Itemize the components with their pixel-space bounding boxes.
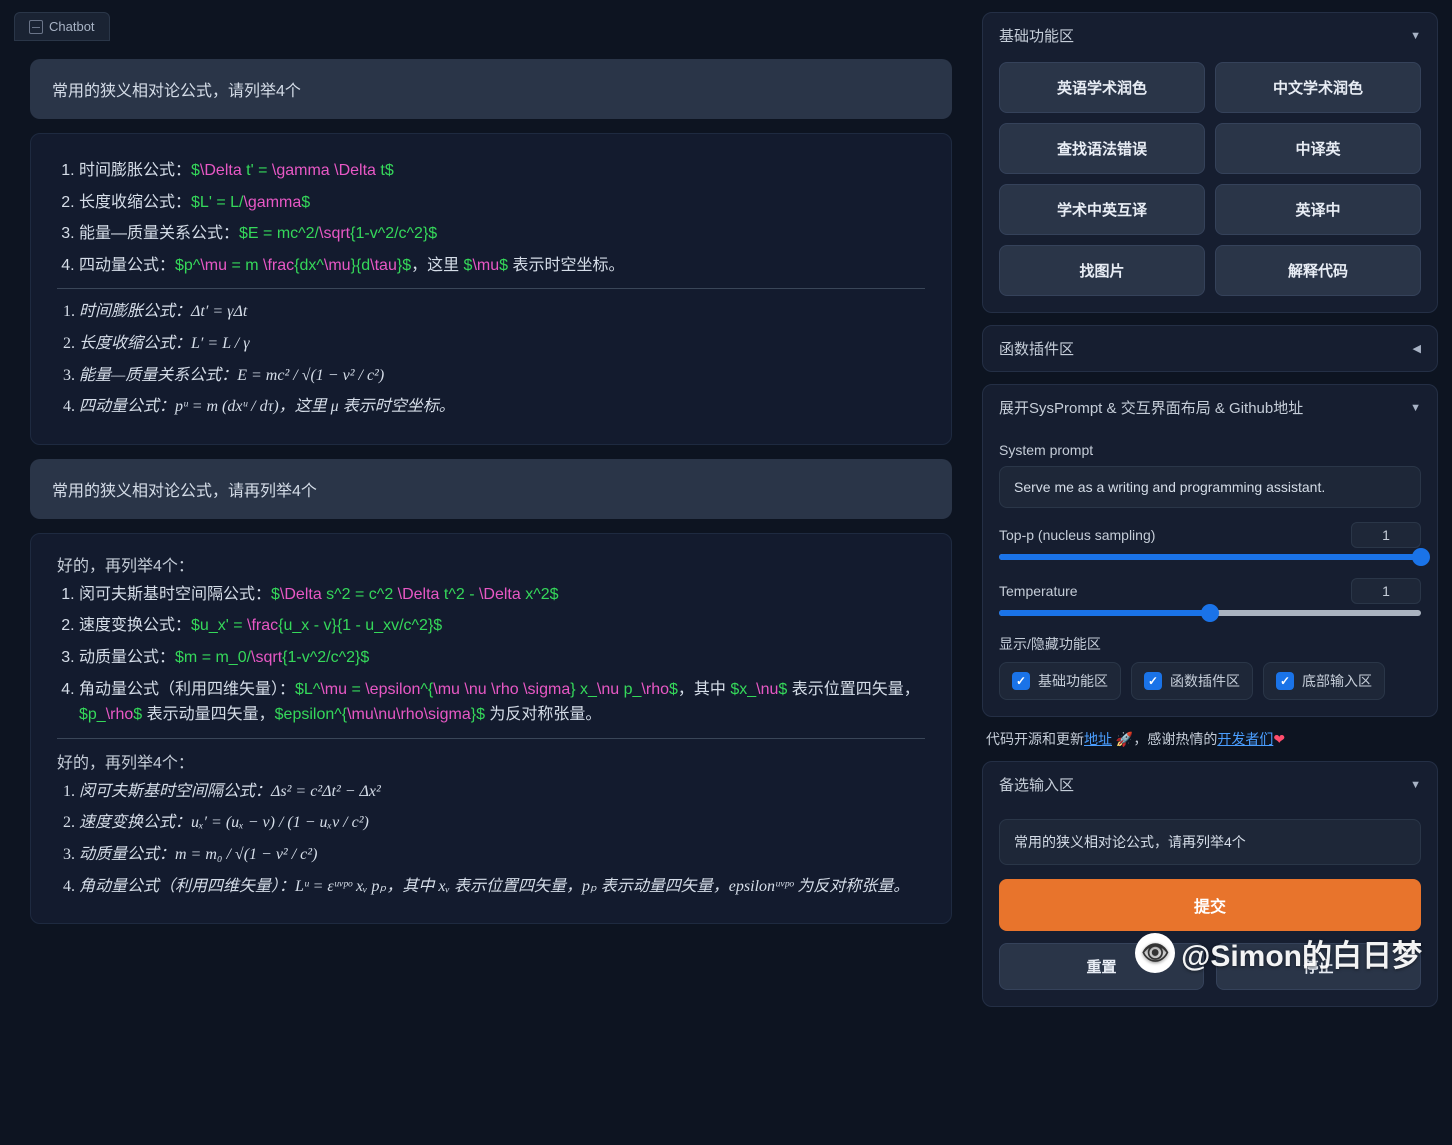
panel-title: 备选输入区	[999, 774, 1074, 795]
checkbox-chip[interactable]: ✓函数插件区	[1131, 662, 1253, 700]
panel-title: 函数插件区	[999, 338, 1074, 359]
formula-rendered: 动质量公式：m = m₀ / √(1 − v² / c²)	[79, 842, 925, 868]
devs-link[interactable]: 开发者们	[1217, 731, 1273, 747]
formula-rendered: 四动量公式：pᵘ = m (dxᵘ / dτ)，这里 μ 表示时空坐标。	[79, 394, 925, 420]
checkbox-icon: ✓	[1012, 672, 1030, 690]
checkbox-chip[interactable]: ✓底部输入区	[1263, 662, 1385, 700]
formula-rendered: 速度变换公式：uₓ′ = (uₓ − v) / (1 − uₓv / c²)	[79, 810, 925, 836]
footer-note: 代码开源和更新地址 🚀，感谢热情的开发者们❤	[982, 729, 1438, 749]
chat-icon	[29, 20, 43, 34]
panel-header[interactable]: 基础功能区 ▼	[983, 13, 1437, 58]
formula-raw: 动质量公式：$m = m_0/\sqrt{1-v^2/c^2}$	[79, 645, 925, 671]
reset-button[interactable]: 重置	[999, 943, 1204, 990]
toggle-label: 显示/隐藏功能区	[999, 634, 1421, 654]
plugins-panel: 函数插件区 ◀	[982, 325, 1438, 372]
system-prompt-input[interactable]: Serve me as a writing and programming as…	[999, 466, 1421, 508]
bot-intro: 好的，再列举4个：	[57, 749, 925, 773]
formula-raw: 四动量公式：$p^\mu = m \frac{dx^\mu}{d\tau}$，这…	[79, 253, 925, 279]
topp-slider[interactable]	[999, 554, 1421, 560]
panel-header[interactable]: 备选输入区 ▼	[983, 762, 1437, 807]
temperature-label: Temperature	[999, 583, 1078, 599]
panel-title: 基础功能区	[999, 25, 1074, 46]
chevron-left-icon: ◀	[1413, 342, 1421, 355]
topp-label: Top-p (nucleus sampling)	[999, 527, 1155, 543]
function-button[interactable]: 解释代码	[1215, 245, 1421, 296]
formula-raw: 长度收缩公式：$L' = L/\gamma$	[79, 190, 925, 216]
bot-intro: 好的，再列举4个：	[57, 552, 925, 576]
function-button[interactable]: 找图片	[999, 245, 1205, 296]
bot-message: 好的，再列举4个： 闵可夫斯基时空间隔公式：$\Delta s^2 = c^2 …	[30, 533, 952, 924]
advanced-panel: 展开SysPrompt & 交互界面布局 & Github地址 ▼ System…	[982, 384, 1438, 717]
formula-rendered: 时间膨胀公式：Δt′ = γΔt	[79, 299, 925, 325]
function-button[interactable]: 英译中	[1215, 184, 1421, 235]
checkbox-icon: ✓	[1144, 672, 1162, 690]
panel-header[interactable]: 函数插件区 ◀	[983, 326, 1437, 371]
formula-rendered: 能量—质量关系公式：E = mc² / √(1 − v² / c²)	[79, 363, 925, 389]
chevron-down-icon: ▼	[1410, 30, 1421, 42]
source-link[interactable]: 地址	[1084, 731, 1112, 747]
function-button[interactable]: 中文学术润色	[1215, 62, 1421, 113]
input-panel: 备选输入区 ▼ 常用的狭义相对论公式，请再列举4个 提交 重置 停止	[982, 761, 1438, 1007]
formula-raw: 能量—质量关系公式：$E = mc^2/\sqrt{1-v^2/c^2}$	[79, 221, 925, 247]
formula-rendered: 闵可夫斯基时空间隔公式：Δs² = c²Δt² − Δx²	[79, 779, 925, 805]
prompt-input[interactable]: 常用的狭义相对论公式，请再列举4个	[999, 819, 1421, 865]
checkbox-chip[interactable]: ✓基础功能区	[999, 662, 1121, 700]
chevron-down-icon: ▼	[1410, 779, 1421, 791]
chat-scroll[interactable]: 常用的狭义相对论公式，请列举4个 时间膨胀公式：$\Delta t' = \ga…	[14, 41, 968, 1133]
heart-icon: ❤	[1273, 731, 1285, 747]
system-prompt-label: System prompt	[999, 442, 1421, 458]
bot-message: 时间膨胀公式：$\Delta t' = \gamma \Delta t$ 长度收缩…	[30, 133, 952, 445]
stop-button[interactable]: 停止	[1216, 943, 1421, 990]
checkbox-icon: ✓	[1276, 672, 1294, 690]
chat-panel: Chatbot 常用的狭义相对论公式，请列举4个 时间膨胀公式：$\Delta …	[0, 0, 982, 1145]
topp-value[interactable]: 1	[1351, 522, 1421, 548]
temperature-slider[interactable]	[999, 610, 1421, 616]
separator	[57, 288, 925, 289]
function-button[interactable]: 查找语法错误	[999, 123, 1205, 174]
formula-rendered: 长度收缩公式：L′ = L / γ	[79, 331, 925, 357]
tab-label: Chatbot	[49, 19, 95, 34]
formula-raw: 角动量公式（利用四维矢量）：$L^\mu = \epsilon^{\mu \nu…	[79, 677, 925, 728]
sidebar: 基础功能区 ▼ 英语学术润色中文学术润色查找语法错误中译英学术中英互译英译中找图…	[982, 0, 1452, 1145]
panel-title: 展开SysPrompt & 交互界面布局 & Github地址	[999, 397, 1303, 418]
function-button[interactable]: 英语学术润色	[999, 62, 1205, 113]
basic-functions-panel: 基础功能区 ▼ 英语学术润色中文学术润色查找语法错误中译英学术中英互译英译中找图…	[982, 12, 1438, 313]
user-message: 常用的狭义相对论公式，请再列举4个	[30, 459, 952, 519]
formula-raw: 时间膨胀公式：$\Delta t' = \gamma \Delta t$	[79, 158, 925, 184]
separator	[57, 738, 925, 739]
formula-raw: 速度变换公式：$u_x' = \frac{u_x - v}{1 - u_xv/c…	[79, 613, 925, 639]
chevron-down-icon: ▼	[1410, 402, 1421, 414]
panel-header[interactable]: 展开SysPrompt & 交互界面布局 & Github地址 ▼	[983, 385, 1437, 430]
function-button[interactable]: 中译英	[1215, 123, 1421, 174]
formula-rendered: 角动量公式（利用四维矢量）：Lᵘ = εᵘᵛᵖᵒ xᵥ pₚ，其中 xᵥ 表示位…	[79, 874, 925, 900]
formula-raw: 闵可夫斯基时空间隔公式：$\Delta s^2 = c^2 \Delta t^2…	[79, 582, 925, 608]
temperature-value[interactable]: 1	[1351, 578, 1421, 604]
user-message: 常用的狭义相对论公式，请列举4个	[30, 59, 952, 119]
chatbot-tab[interactable]: Chatbot	[14, 12, 110, 41]
function-button[interactable]: 学术中英互译	[999, 184, 1205, 235]
submit-button[interactable]: 提交	[999, 879, 1421, 931]
